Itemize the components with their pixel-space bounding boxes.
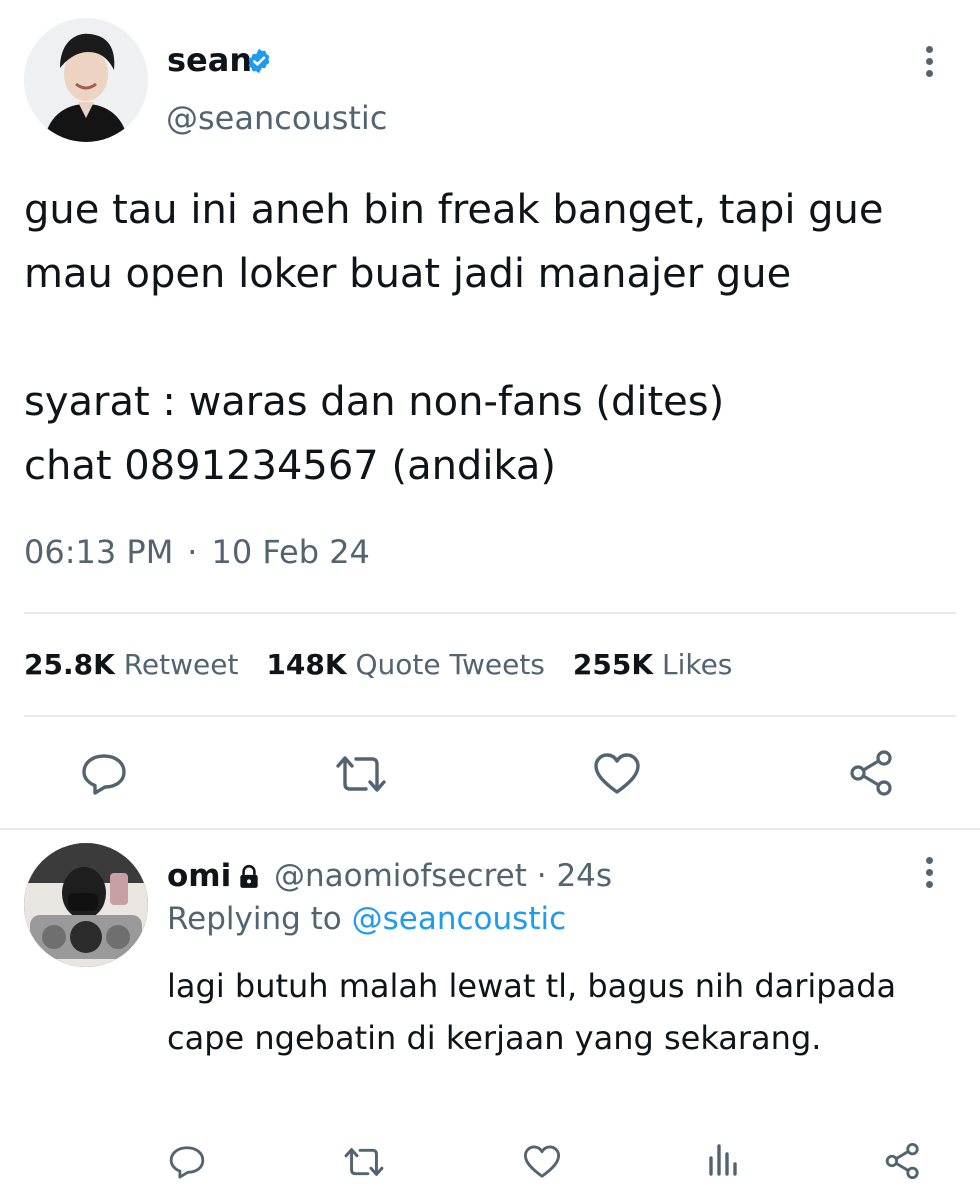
analytics-icon[interactable]: [706, 1140, 740, 1178]
likes-stat[interactable]: 255K Likes: [573, 648, 732, 681]
author-handle[interactable]: @seancoustic: [166, 98, 387, 138]
quotes-count: 148K: [266, 648, 347, 681]
verified-badge-icon: [245, 47, 273, 75]
divider: [24, 715, 956, 717]
reply-icon[interactable]: [168, 1144, 206, 1180]
likes-count: 255K: [572, 648, 654, 681]
reply-author-name[interactable]: omi: [167, 856, 231, 896]
reply-icon[interactable]: [80, 752, 128, 796]
avatar-image: [24, 18, 148, 142]
retweets-stat[interactable]: 25.8K Retweet: [24, 648, 238, 681]
reply-text: lagi butuh malah lewat tl, bagus nih dar…: [167, 967, 897, 1057]
divider: [0, 828, 980, 830]
share-icon[interactable]: [884, 1142, 922, 1180]
replying-to-prefix: Replying to: [167, 901, 342, 937]
retweet-icon[interactable]: [343, 1146, 385, 1178]
replying-to-link[interactable]: @seancoustic: [352, 901, 567, 937]
avatar-image: [24, 843, 148, 967]
retweets-count: 25.8K: [24, 648, 115, 681]
retweets-label: Retweet: [123, 648, 239, 681]
author-avatar[interactable]: [24, 18, 148, 142]
reply-author-handle[interactable]: @naomiofsecret: [274, 858, 527, 894]
tweet-time: 06:13 PM: [24, 533, 174, 571]
more-options-icon[interactable]: [926, 857, 934, 893]
quotes-label: Quote Tweets: [355, 648, 545, 681]
reply-age[interactable]: 24s: [556, 858, 612, 894]
retweet-icon[interactable]: [334, 754, 388, 794]
replying-to: Replying to @seancoustic: [167, 898, 566, 940]
divider: [24, 612, 956, 614]
author-name[interactable]: sean: [167, 40, 252, 80]
like-icon[interactable]: [593, 752, 641, 796]
reply-author-avatar[interactable]: [24, 843, 148, 967]
tweet-text: gue tau ini aneh bin freak banget, tapi …: [24, 187, 884, 489]
quotes-stat[interactable]: 148K Quote Tweets: [266, 648, 544, 681]
reply-author-meta: @naomiofsecret · 24s: [274, 856, 612, 896]
meta-separator: ·: [536, 858, 547, 894]
tweet-date: 10 Feb 24: [211, 533, 370, 571]
meta-separator: ·: [187, 533, 198, 571]
tweet-timestamp[interactable]: 06:13 PM · 10 Feb 24: [24, 530, 370, 574]
share-icon[interactable]: [848, 750, 896, 796]
likes-label: Likes: [661, 648, 733, 681]
engagement-stats: 25.8K Retweet 148K Quote Tweets 255K Likes: [24, 645, 760, 685]
more-options-icon[interactable]: [926, 46, 934, 82]
like-icon[interactable]: [523, 1144, 561, 1180]
protected-lock-icon: [236, 864, 262, 890]
